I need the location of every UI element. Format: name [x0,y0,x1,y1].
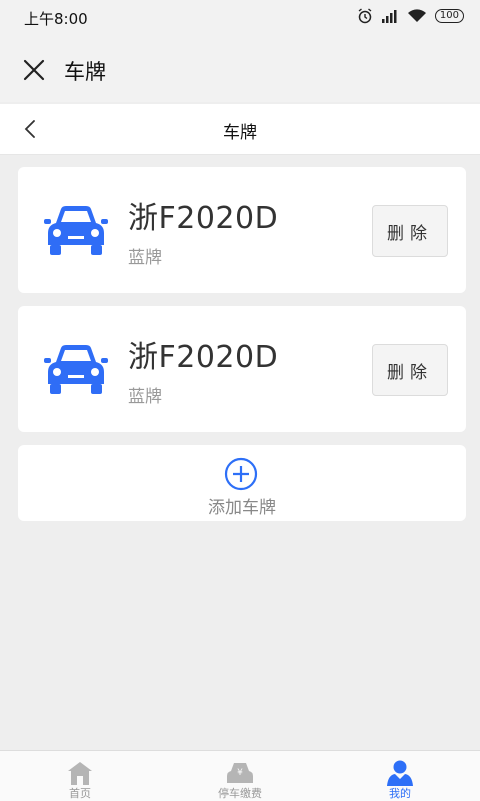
car-icon [44,345,108,394]
parking-fee-icon: ¥ [227,763,253,783]
car-icon [44,206,108,255]
tab-home-label: 首页 [69,787,91,800]
close-icon[interactable] [22,58,46,82]
plate-card: 浙F2020D 蓝牌 删除 [18,167,466,293]
tab-parking-fee-label: 停车缴费 [218,787,262,800]
delete-button[interactable]: 删除 [372,344,448,396]
bottom-tab-bar: 首页 ¥ 停车缴费 我的 [0,750,480,801]
home-icon [68,762,92,785]
nav-bar: 车牌 [0,104,480,155]
wifi-icon [407,9,426,22]
user-icon [387,760,413,786]
add-plate-label: 添加车牌 [208,498,276,518]
plate-type: 蓝牌 [128,248,162,268]
tab-parking-fee[interactable]: ¥ 停车缴费 [160,751,320,801]
svg-text:¥: ¥ [237,768,243,778]
status-icons: 100 [357,8,464,24]
plate-number: 浙F2020D [128,201,279,236]
plate-number: 浙F2020D [128,340,279,375]
tab-home[interactable]: 首页 [0,751,160,801]
app-bar: 车牌 [0,36,480,102]
tab-mine-label: 我的 [389,787,411,800]
tab-mine[interactable]: 我的 [320,751,480,801]
page-title: 车牌 [223,123,257,143]
signal-icon [381,10,397,23]
plate-type: 蓝牌 [128,387,162,407]
app-title: 车牌 [64,60,106,84]
add-plate-button[interactable]: 添加车牌 [18,445,466,521]
battery-indicator: 100 [434,9,464,23]
status-time: 上午8:00 [24,10,88,28]
add-circle-icon [224,457,258,491]
alarm-icon [358,8,372,24]
plate-card: 浙F2020D 蓝牌 删除 [18,306,466,432]
status-bar: 上午8:00 100 [0,0,480,36]
delete-button[interactable]: 删除 [372,205,448,257]
